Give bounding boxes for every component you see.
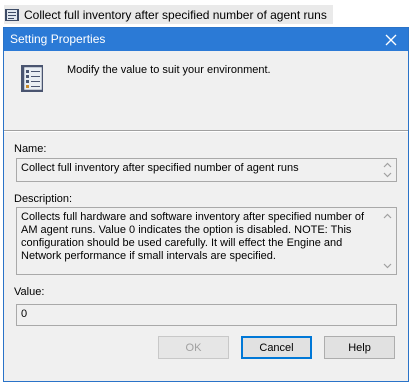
dialog-titlebar[interactable]: Setting Properties xyxy=(4,28,408,51)
name-field[interactable]: Collect full inventory after specified n… xyxy=(16,158,397,182)
description-label: Description: xyxy=(14,193,73,205)
scroll-down-arrow[interactable] xyxy=(380,259,395,273)
close-icon xyxy=(385,34,397,45)
cancel-button[interactable]: Cancel xyxy=(241,336,312,359)
header-instruction: Modify the value to suit your environmen… xyxy=(67,64,271,76)
background-list-row[interactable]: Collect full inventory after specified n… xyxy=(4,5,333,24)
value-label: Value: xyxy=(14,286,45,298)
description-field[interactable]: Collects full hardware and software inve… xyxy=(16,207,397,275)
close-button[interactable] xyxy=(376,28,406,51)
chevron-up-icon xyxy=(383,162,392,168)
help-button[interactable]: Help xyxy=(324,336,395,359)
header-separator xyxy=(4,130,408,132)
name-scrollbar[interactable] xyxy=(380,160,395,180)
dialog-title: Setting Properties xyxy=(10,32,106,46)
scroll-up-arrow[interactable] xyxy=(380,160,395,170)
setting-book-icon xyxy=(5,8,19,21)
chevron-down-icon xyxy=(383,172,392,178)
properties-book-icon xyxy=(21,65,43,92)
name-label: Name: xyxy=(14,143,47,155)
value-value: 0 xyxy=(21,308,28,320)
chevron-down-icon xyxy=(383,263,392,269)
name-value: Collect full inventory after specified n… xyxy=(21,162,299,174)
dialog-header: Modify the value to suit your environmen… xyxy=(4,51,408,126)
background-row-label: Collect full inventory after specified n… xyxy=(24,7,327,22)
chevron-up-icon xyxy=(383,213,392,219)
scroll-up-arrow[interactable] xyxy=(380,209,395,223)
value-field[interactable]: 0 xyxy=(16,304,397,326)
ok-button[interactable]: OK xyxy=(158,336,229,359)
scroll-down-arrow[interactable] xyxy=(380,170,395,180)
description-scrollbar[interactable] xyxy=(380,209,395,273)
setting-properties-dialog: Setting Properties Modify the value to s… xyxy=(3,27,409,382)
description-value: Collects full hardware and software inve… xyxy=(21,211,365,262)
